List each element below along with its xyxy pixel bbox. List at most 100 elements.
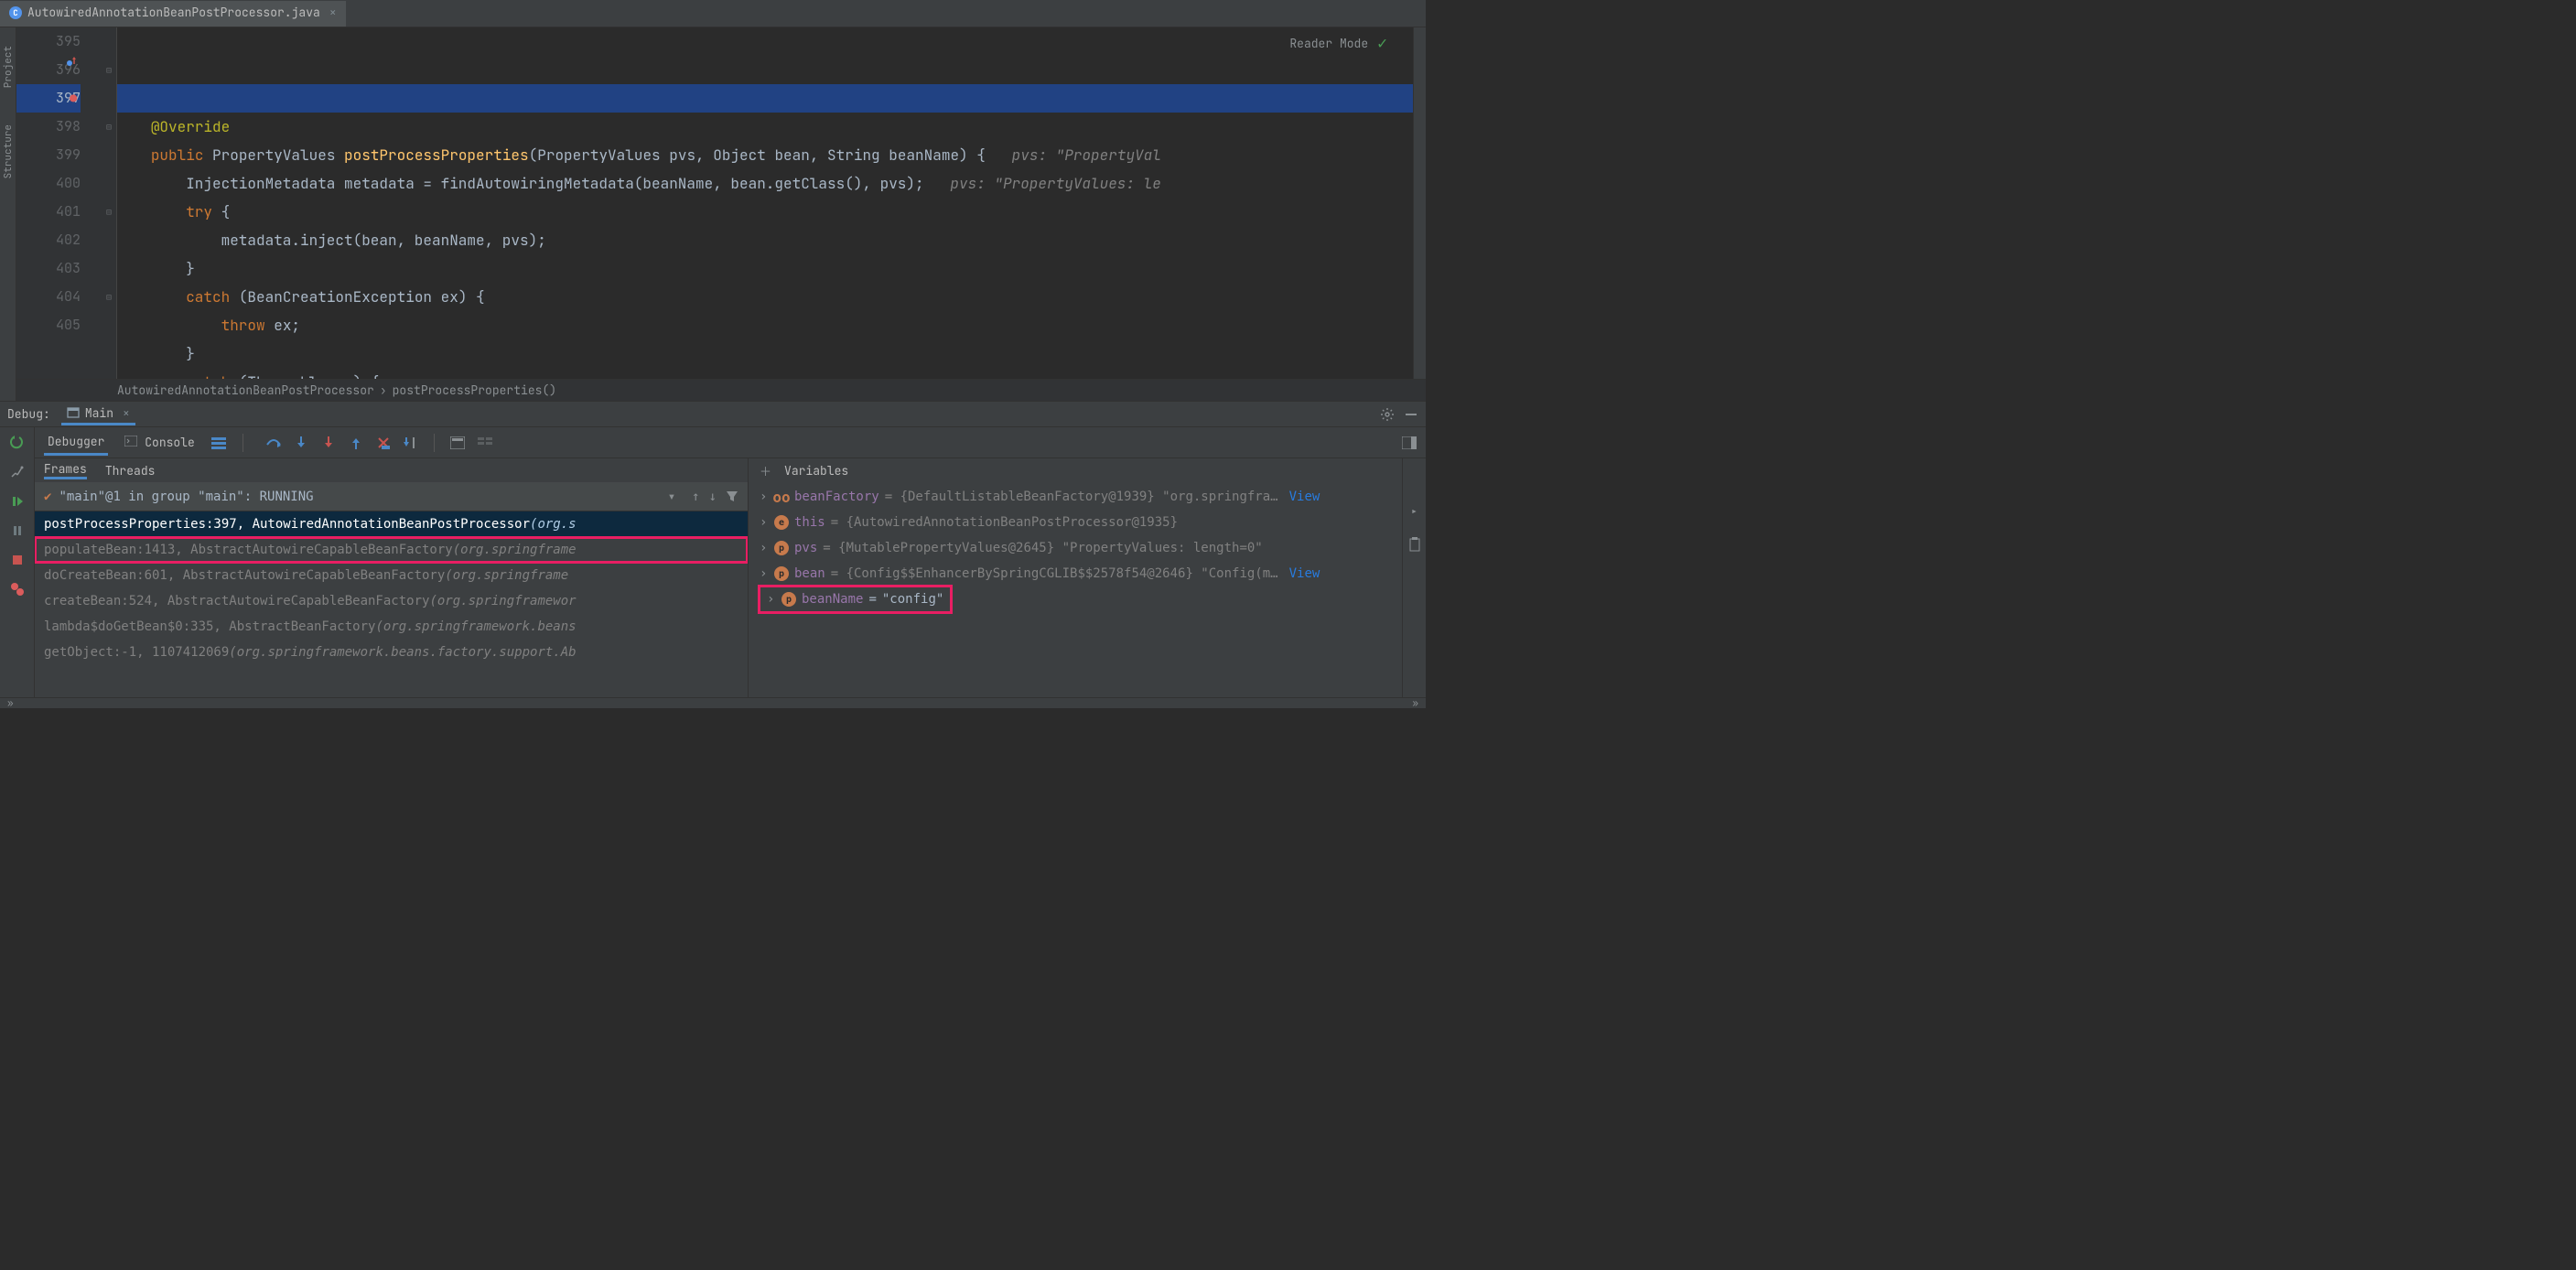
view-link[interactable]: View: [1289, 490, 1320, 504]
fold-handle[interactable]: ⊟: [106, 56, 112, 84]
variable-row[interactable]: ›oo beanFactory = {DefaultListableBeanFa…: [749, 484, 1402, 510]
prev-frame-icon[interactable]: ↑: [692, 490, 699, 504]
fold-handle[interactable]: ⊟: [106, 113, 112, 141]
code-line[interactable]: throw ex;: [124, 311, 1413, 339]
step-over-icon[interactable]: [265, 435, 282, 451]
frames-pane: Frames Threads ✔ "main"@1 in group "main…: [35, 458, 749, 697]
step-into-icon[interactable]: [293, 435, 309, 451]
line-number[interactable]: 404: [16, 283, 81, 311]
expand-right-icon[interactable]: »: [1412, 697, 1418, 710]
evaluate-icon[interactable]: [449, 435, 466, 451]
chevron-right-icon: ›: [380, 382, 387, 398]
file-tab[interactable]: C AutowiredAnnotationBeanPostProcessor.j…: [0, 1, 346, 27]
breadcrumb-method[interactable]: postProcessProperties(): [393, 382, 556, 398]
expand-icon[interactable]: »: [7, 697, 14, 710]
trace-icon[interactable]: [477, 435, 493, 451]
code-line[interactable]: @Override: [124, 113, 1413, 141]
resume-icon[interactable]: [9, 493, 26, 510]
left-toolwindow-strip: Project Structure: [0, 27, 16, 401]
rerun-icon[interactable]: [9, 435, 26, 451]
chevron-right-icon[interactable]: ›: [760, 566, 769, 581]
line-number[interactable]: 400: [16, 169, 81, 198]
breadcrumb-class[interactable]: AutowiredAnnotationBeanPostProcessor: [117, 382, 374, 398]
override-icon[interactable]: [66, 56, 77, 67]
view-link[interactable]: View: [1289, 566, 1320, 581]
stack-frame[interactable]: doCreateBean:601, AbstractAutowireCapabl…: [35, 563, 748, 588]
line-number[interactable]: 397●: [16, 84, 81, 113]
variable-row[interactable]: ›e this = {AutowiredAnnotationBeanPostPr…: [749, 510, 1402, 535]
force-step-into-icon[interactable]: [320, 435, 337, 451]
line-number[interactable]: 405: [16, 311, 81, 339]
close-icon[interactable]: ×: [123, 405, 130, 421]
java-class-icon: C: [9, 6, 22, 19]
variable-row[interactable]: ›p bean = {Config$$EnhancerBySpringCGLIB…: [749, 561, 1402, 587]
project-toolwindow-tab[interactable]: Project: [2, 46, 15, 88]
code-line[interactable]: public PropertyValues postProcessPropert…: [124, 141, 1413, 169]
code-line[interactable]: try {: [124, 198, 1413, 226]
breakpoint-icon[interactable]: ●: [70, 84, 77, 113]
chevron-down-icon[interactable]: ▾: [668, 490, 675, 504]
code-line[interactable]: }: [124, 339, 1413, 368]
code-line[interactable]: InjectionMetadata metadata = findAutowir…: [124, 169, 1413, 198]
close-icon[interactable]: ×: [329, 5, 337, 20]
chevron-right-icon[interactable]: ›: [767, 592, 776, 607]
variables-pane: ＋ Variables ›oo beanFactory = {DefaultLi…: [749, 458, 1402, 697]
chevron-right-icon[interactable]: ›: [760, 490, 769, 504]
threads-layout-icon[interactable]: [211, 436, 226, 449]
step-out-icon[interactable]: [348, 435, 364, 451]
stack-frame[interactable]: getObject:-1, 1107412069 (org.springfram…: [35, 640, 748, 665]
badge-icon: e: [774, 515, 789, 530]
debugger-tab[interactable]: Debugger: [44, 430, 108, 456]
new-watch-icon[interactable]: ＋: [760, 462, 771, 479]
code-line[interactable]: metadata.inject(bean, beanName, pvs);: [124, 226, 1413, 254]
code-editor[interactable]: @Override public PropertyValues postProc…: [117, 27, 1413, 379]
pause-icon[interactable]: [9, 522, 26, 539]
stop-icon[interactable]: [9, 552, 26, 568]
run-config-tab[interactable]: Main ×: [61, 404, 135, 425]
fold-column[interactable]: ⊟ ⊟ ⊟ ⊟: [104, 27, 117, 379]
code-line[interactable]: catch (BeanCreationException ex) {: [124, 283, 1413, 311]
frames-tab[interactable]: Frames: [44, 461, 87, 479]
hide-icon[interactable]: ▸: [1410, 504, 1417, 521]
run-to-cursor-icon[interactable]: [403, 435, 419, 451]
chevron-right-icon[interactable]: ›: [760, 541, 769, 555]
threads-tab[interactable]: Threads: [105, 463, 156, 479]
debug-panel-label: Debug:: [7, 406, 50, 422]
line-number[interactable]: 401: [16, 198, 81, 226]
line-number[interactable]: 402: [16, 226, 81, 254]
minimize-icon[interactable]: [1404, 407, 1418, 422]
line-number[interactable]: 398: [16, 113, 81, 141]
chevron-right-icon[interactable]: ›: [760, 515, 769, 530]
clipboard-icon[interactable]: [1408, 537, 1421, 552]
breadcrumb-bar[interactable]: AutowiredAnnotationBeanPostProcessor › p…: [16, 379, 1426, 401]
line-number[interactable]: 395: [16, 27, 81, 56]
fold-handle[interactable]: ⊟: [106, 198, 112, 226]
code-line[interactable]: catch (Throwable ex) {: [124, 368, 1413, 379]
filter-icon[interactable]: [726, 490, 738, 504]
debug-side-actions: [0, 427, 35, 697]
stack-frame[interactable]: populateBean:1413, AbstractAutowireCapab…: [35, 537, 748, 563]
variable-row[interactable]: ›p beanName = "config": [760, 587, 951, 612]
fold-handle[interactable]: ⊟: [106, 283, 112, 311]
stack-frame[interactable]: createBean:524, AbstractAutowireCapableB…: [35, 588, 748, 614]
console-tab[interactable]: Console: [121, 431, 198, 454]
next-frame-icon[interactable]: ↓: [709, 490, 717, 504]
glasses-icon: oo: [774, 490, 789, 504]
view-breakpoints-icon[interactable]: [9, 581, 26, 597]
settings-icon[interactable]: [9, 464, 26, 480]
structure-toolwindow-tab[interactable]: Structure: [2, 124, 15, 178]
gear-icon[interactable]: [1380, 407, 1395, 422]
layout-settings-icon[interactable]: [1402, 436, 1417, 449]
check-icon: ✔: [44, 490, 51, 504]
thread-selector[interactable]: ✔ "main"@1 in group "main": RUNNING ▾ ↑ …: [35, 482, 748, 511]
stack-frame[interactable]: lambda$doGetBean$0:335, AbstractBeanFact…: [35, 614, 748, 640]
stack-frame[interactable]: postProcessProperties:397, AutowiredAnno…: [35, 511, 748, 537]
drop-frame-icon[interactable]: [375, 435, 392, 451]
line-number-gutter[interactable]: 395396397●398399400401402403404405: [16, 27, 104, 379]
line-number[interactable]: 396: [16, 56, 81, 84]
code-line[interactable]: }: [124, 254, 1413, 283]
variable-row[interactable]: ›p pvs = {MutablePropertyValues@2645} "P…: [749, 535, 1402, 561]
right-error-stripe[interactable]: [1413, 27, 1426, 379]
line-number[interactable]: 403: [16, 254, 81, 283]
line-number[interactable]: 399: [16, 141, 81, 169]
